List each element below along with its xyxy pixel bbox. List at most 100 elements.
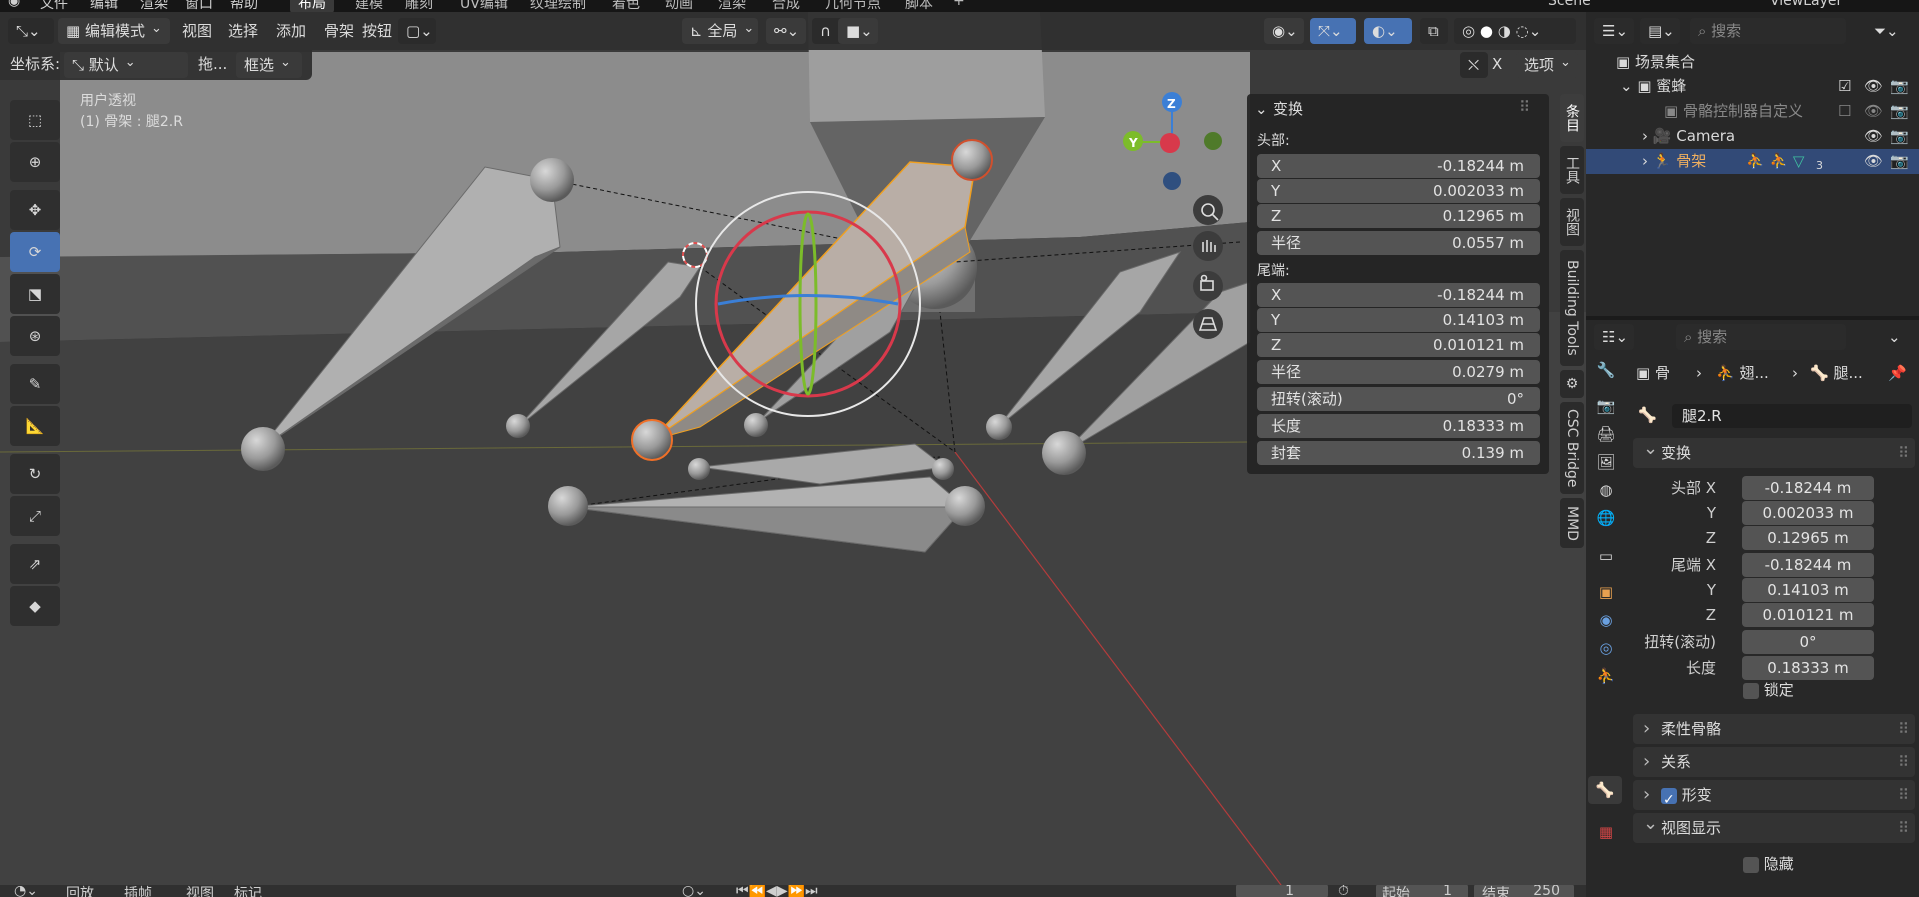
tab-texture-paint[interactable]: 纹理绘制 <box>530 0 586 12</box>
outliner-editor-type[interactable]: ☰⌄ <box>1594 18 1634 44</box>
coord-selector[interactable]: ⤡ 默认 <box>64 52 188 78</box>
outliner-item-bee[interactable]: ⌄ ▣ 蜜蜂 ☑ 👁 📷 <box>1586 74 1919 99</box>
3d-viewport[interactable]: ⤡⌄ ▦ 编辑模式 视图 选择 添加 骨架 按钮 ▢⌄ ⊾ 全局 ⚯⌄ ∩ ■⌄… <box>0 12 1586 885</box>
editor-type-button[interactable]: ⤡⌄ <box>8 18 54 44</box>
tail-x-field[interactable]: X -0.18244 m <box>1257 283 1540 307</box>
menu-add[interactable]: 添加 <box>276 20 306 42</box>
menu-render[interactable]: 渲染 <box>140 0 168 12</box>
texture-properties-icon[interactable]: ▦ <box>1592 818 1620 846</box>
properties-editor-type[interactable]: ☷⌄ <box>1594 324 1634 350</box>
cursor-tool[interactable]: ⊕ <box>10 142 60 182</box>
outliner-search[interactable]: ⌕ 搜索 <box>1690 18 1846 44</box>
next-keyframe-icon[interactable]: ⏩ <box>788 885 805 897</box>
play-reverse-icon[interactable]: ◀ <box>766 885 777 897</box>
auto-keying-icon[interactable]: ○⌄ <box>682 885 706 897</box>
prop-length[interactable]: 0.18333 m <box>1742 656 1874 680</box>
menu-view[interactable]: 视图 <box>182 20 212 42</box>
menu-help[interactable]: 帮助 <box>230 0 258 12</box>
panel-drag-handle[interactable]: ⠿ <box>1898 747 1909 777</box>
bone-properties-tab[interactable]: 🦴 <box>1588 776 1622 804</box>
scene-selector[interactable]: Scene <box>1548 0 1591 9</box>
head-y-field[interactable]: Y 0.002033 m <box>1257 179 1540 203</box>
tab-uv-editing[interactable]: UV编辑 <box>460 0 508 12</box>
gizmo-y-label[interactable]: Y <box>1129 132 1138 154</box>
length-field[interactable]: 长度 0.18333 m <box>1257 414 1540 438</box>
proportional-edit[interactable]: ■⌄ <box>838 18 878 44</box>
render-properties-icon[interactable]: 📷 <box>1592 392 1620 420</box>
pivot-point[interactable]: ⚯⌄ <box>766 18 806 44</box>
constraints-properties-icon[interactable]: ◎ <box>1592 634 1620 662</box>
playback-menu[interactable]: 回放 <box>66 885 94 897</box>
checkbox-icon[interactable]: ☑ <box>1838 74 1851 99</box>
menu-armature[interactable]: 骨架 <box>324 20 354 42</box>
view-layer-selector[interactable]: ViewLayer <box>1770 0 1842 9</box>
end-frame-field[interactable]: 结束 250 <box>1474 885 1574 897</box>
breadcrumb-armature[interactable]: ▣ 骨 <box>1636 362 1670 384</box>
camera-render-icon[interactable]: 📷 <box>1890 99 1909 124</box>
prop-tail-x[interactable]: -0.18244 m <box>1742 553 1874 577</box>
outliner-scene-collection[interactable]: ▣ 场景集合 <box>1586 50 1919 75</box>
world-properties-icon[interactable]: 🌐 <box>1592 504 1620 532</box>
keying-menu[interactable]: 插帧 <box>124 885 152 897</box>
hide-checkbox-box[interactable] <box>1743 856 1759 873</box>
tab-addon-icon[interactable]: ⚙ <box>1560 370 1584 398</box>
timeline-view-menu[interactable]: 视图 <box>186 885 214 897</box>
camera-render-icon[interactable]: 📷 <box>1890 149 1909 174</box>
start-frame-field[interactable]: 起始 1 <box>1376 885 1468 897</box>
properties-search[interactable]: ⌕ 搜索 <box>1676 324 1846 350</box>
shading-modes[interactable]: ◎ ● ◑ ◌⌄ <box>1454 18 1576 44</box>
pin-icon[interactable]: 📌 <box>1888 362 1907 384</box>
gizmo-z-label[interactable]: Z <box>1167 93 1176 115</box>
viewport-display-panel-header[interactable]: 视图显示⠿ <box>1633 809 1915 843</box>
tab-scripting[interactable]: 脚本 <box>905 0 933 12</box>
display-mode-menu[interactable]: ▤⌄ <box>1640 18 1680 44</box>
lock-checkbox-box[interactable] <box>1743 682 1759 699</box>
roll-field[interactable]: 扭转(滚动) 0° <box>1257 387 1540 411</box>
move-tool[interactable]: ✥ <box>10 190 60 230</box>
armature-data-properties-icon[interactable]: ⛹ <box>1592 662 1620 690</box>
tab-rendering[interactable]: 渲染 <box>718 0 746 12</box>
marker-menu[interactable]: 标记 <box>234 885 262 897</box>
head-radius-field[interactable]: 半径 0.0557 m <box>1257 231 1540 255</box>
blender-logo-icon[interactable]: ◉ <box>8 0 20 9</box>
jump-end-icon[interactable]: ⏭ <box>805 885 818 897</box>
tab-shading[interactable]: 着色 <box>612 0 640 12</box>
object-properties-icon[interactable]: ▣ <box>1592 578 1620 606</box>
rotate-tool[interactable]: ⟳ <box>10 232 60 272</box>
drag-selector[interactable]: 框选 <box>236 52 302 78</box>
eye-icon[interactable]: 👁 <box>1864 149 1883 174</box>
measure-tool[interactable]: 📐 <box>10 406 60 446</box>
menu-select[interactable]: 选择 <box>228 20 258 42</box>
prop-head-z[interactable]: 0.12965 m <box>1742 526 1874 550</box>
tail-y-field[interactable]: Y 0.14103 m <box>1257 308 1540 332</box>
tab-layout[interactable]: 布局 <box>290 0 334 12</box>
prop-tail-z[interactable]: 0.010121 m <box>1742 603 1874 627</box>
outliner-item-camera[interactable]: › 🎥 Camera 👁 📷 <box>1586 124 1919 149</box>
lock-checkbox[interactable]: 锁定 <box>1743 679 1794 701</box>
playback-controls[interactable]: ⏮⏪◀▶⏩⏭ <box>736 885 818 897</box>
panel-drag-handle[interactable]: ⠿ <box>1898 813 1909 843</box>
tab-animation[interactable]: 动画 <box>665 0 693 12</box>
gizmo-toggle[interactable]: ⤧⌄ <box>1310 18 1356 44</box>
tab-building-tools[interactable]: Building Tools <box>1560 250 1584 366</box>
bone-name-field[interactable]: 腿2.R <box>1672 404 1912 428</box>
view-layer-icon[interactable]: 🖼 <box>1592 448 1620 476</box>
tab-item[interactable]: 条目 <box>1560 94 1584 142</box>
transform-panel-header[interactable]: 变换⠿ <box>1633 434 1915 468</box>
mirror-icon[interactable]: ⛌ <box>1460 52 1488 78</box>
hide-checkbox[interactable]: 隐藏 <box>1743 853 1794 875</box>
breadcrumb-bone[interactable]: 🦴 腿... <box>1810 362 1863 384</box>
overlay-toggle[interactable]: ◐⌄ <box>1364 18 1412 44</box>
clock-icon[interactable]: ⏱ <box>1338 885 1349 897</box>
deform-checkbox[interactable] <box>1661 785 1677 815</box>
relations-panel-header[interactable]: 关系⠿ <box>1633 747 1915 777</box>
npanel-drag-handle[interactable]: ⠿ <box>1519 96 1530 118</box>
play-icon[interactable]: ▶ <box>777 885 788 897</box>
bendy-bones-panel-header[interactable]: 柔性骨骼⠿ <box>1633 714 1915 744</box>
scene-properties-icon[interactable]: ◍ <box>1592 476 1620 504</box>
transform-orientation[interactable]: ⊾ 全局 <box>682 18 758 44</box>
scale-tool[interactable]: ⬔ <box>10 274 60 314</box>
properties-options-icon[interactable]: ⌄ <box>1888 326 1901 348</box>
bone-envelope-tool[interactable]: ◆ <box>10 586 60 626</box>
select-box-tool[interactable]: ⬚ <box>10 100 60 140</box>
